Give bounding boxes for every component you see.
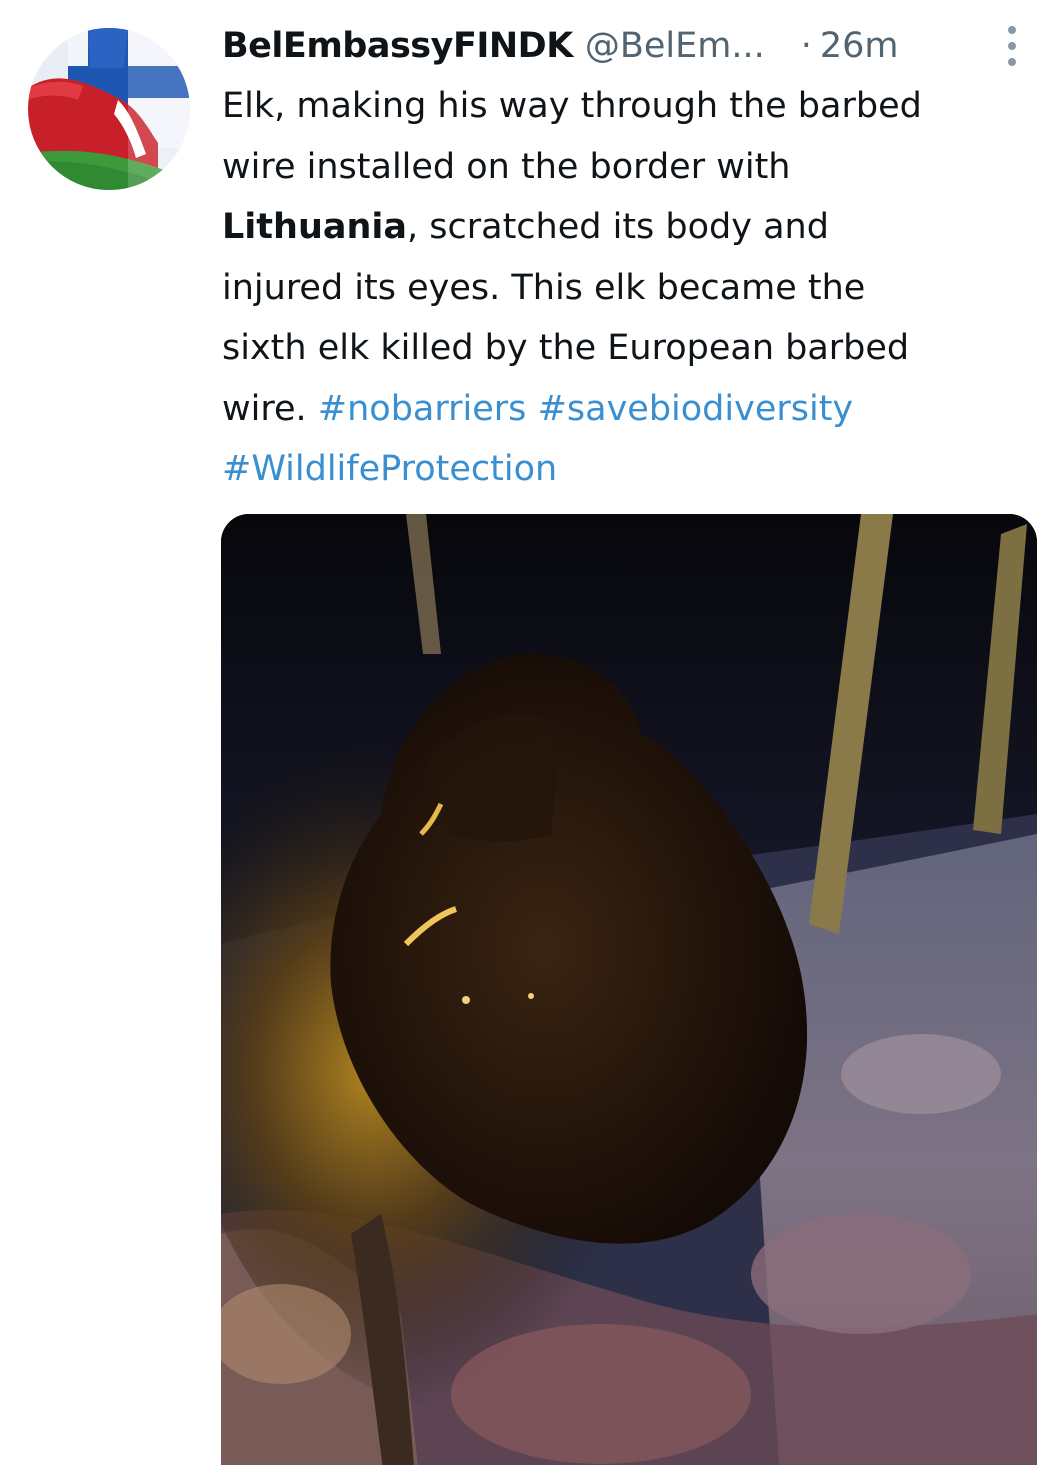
display-name[interactable]: BelEmbassyFINDK (222, 26, 573, 66)
timestamp[interactable]: 26m (820, 26, 899, 66)
separator-dot: · (800, 26, 812, 66)
tweet-line: injured its eyes. This elk became the (222, 267, 866, 308)
ellipsis-dot (1008, 42, 1016, 50)
tweet-line: Elk, making his way through the barbed (222, 86, 922, 126)
ellipsis-dot (1008, 58, 1016, 66)
ellipsis-dot (1008, 26, 1016, 34)
avatar[interactable] (28, 28, 190, 190)
flag-avatar-icon (28, 28, 190, 190)
vertical-ellipsis-icon[interactable] (1000, 26, 1024, 66)
tweet-line: sixth elk killed by the European barbed (222, 328, 910, 368)
hashtag-link[interactable]: #nobarriers (318, 389, 527, 429)
tweet-line: wire. #nobarriers #savebiodiversity (222, 379, 1022, 440)
tweet-line: wire installed on the border with (222, 146, 791, 187)
photo-media[interactable] (221, 514, 1037, 1465)
tweet-text: Elk, making his way through the barbed w… (222, 76, 1022, 500)
tweet-line: Lithuania, scratched its body and (222, 197, 1022, 258)
tweet-line-rest: , scratched its body and (407, 207, 829, 247)
tweet-line-start: wire. (222, 388, 307, 429)
elk-photo (221, 514, 1037, 1465)
tweet-line: #WildlifeProtection (222, 439, 1022, 500)
tweet-header: BelEmbassyFINDK @BelEm... · 26m (222, 22, 1022, 70)
bold-mention: Lithuania (222, 207, 408, 247)
hashtag-link[interactable]: #WildlifeProtection (222, 449, 557, 489)
tweet: BelEmbassyFINDK @BelEm... · 26m Elk, mak… (0, 0, 1045, 1465)
hashtag-link[interactable]: #savebiodiversity (538, 389, 854, 429)
user-handle[interactable]: @BelEm... (585, 26, 765, 66)
